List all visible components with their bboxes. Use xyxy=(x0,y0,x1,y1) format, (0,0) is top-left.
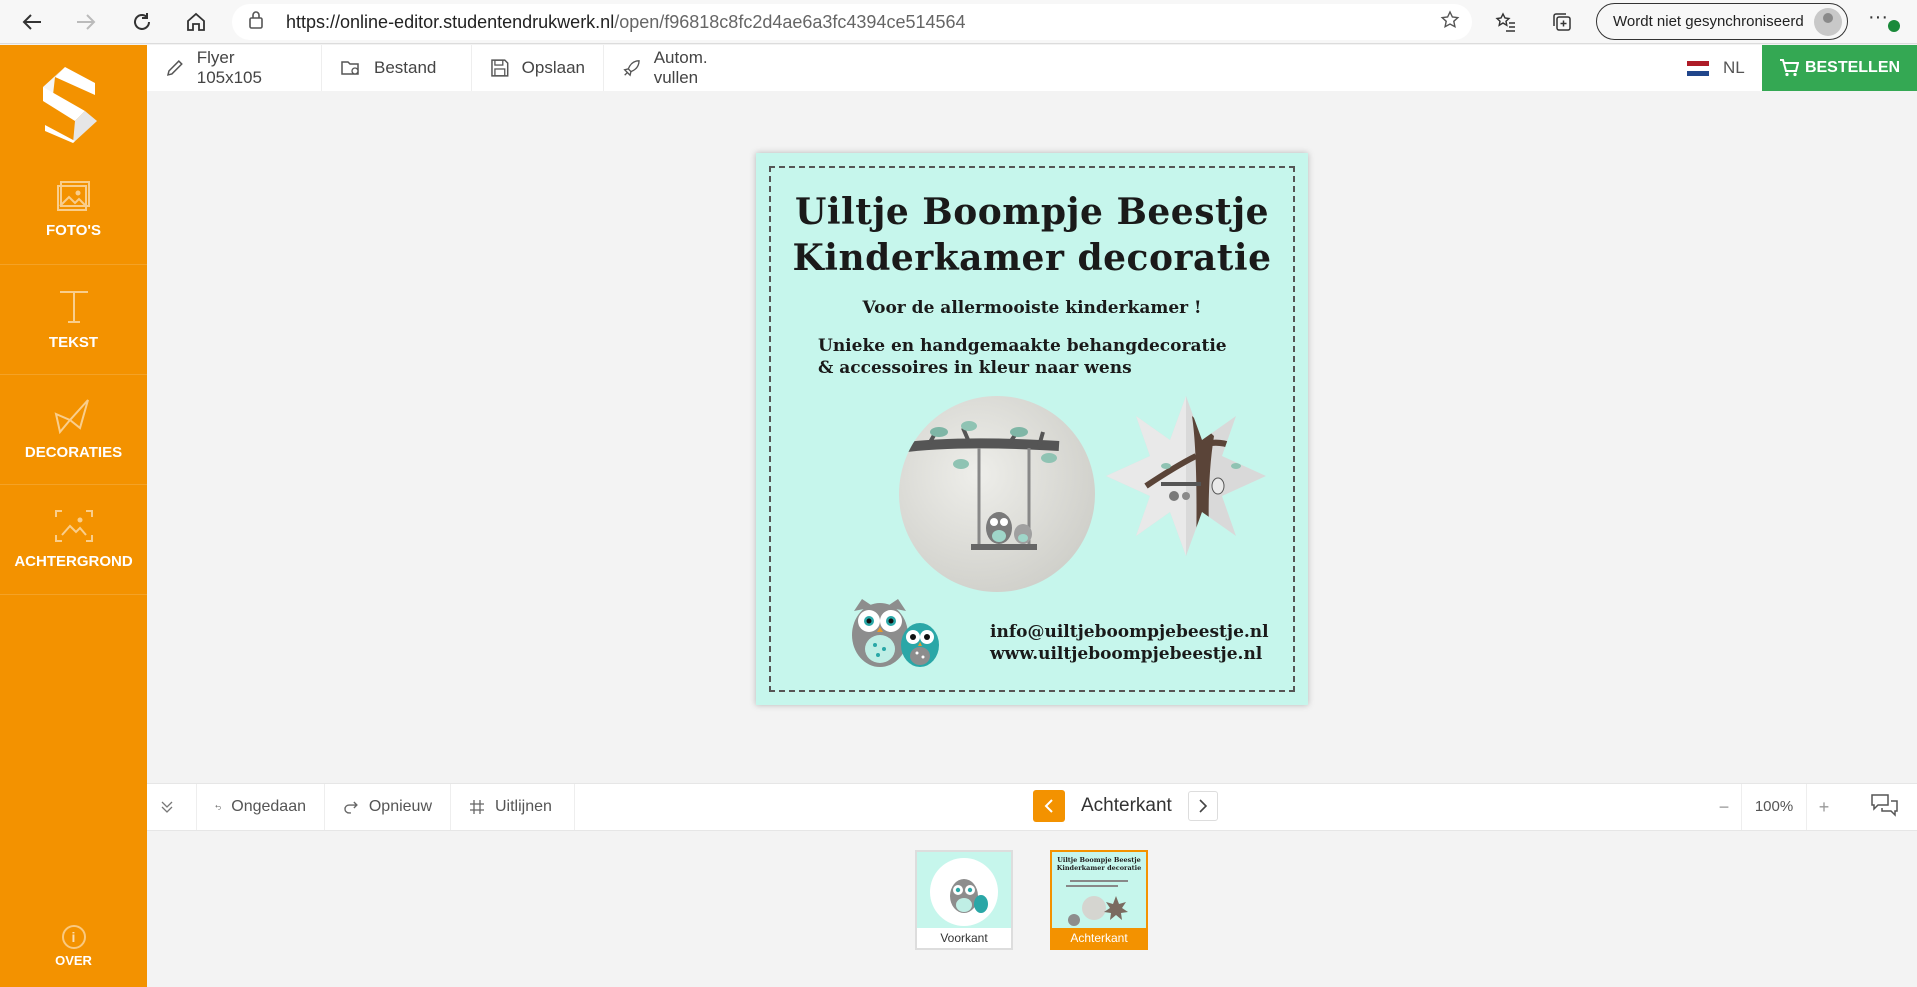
sidebar-item-label: TEKST xyxy=(48,334,99,351)
sidebar-item-label: DECORATIES xyxy=(24,444,123,461)
desc-line: Unieke en handgemaakte behangdecoratie xyxy=(818,336,1227,356)
card-description[interactable]: Unieke en handgemaakte behangdecoratie &… xyxy=(818,335,1227,379)
card-title-line1[interactable]: Uiltje Boompje Beestje xyxy=(756,191,1308,233)
page-navigator: Achterkant xyxy=(1033,790,1218,822)
editor-toolbar: Flyer 105x105 Bestand Opslaan Autom. vul… xyxy=(147,45,1917,91)
card-title-line2[interactable]: Kinderkamer decoratie xyxy=(756,237,1308,279)
sidebar-item-label: FOTO'S xyxy=(46,222,101,239)
chat-icon[interactable] xyxy=(1869,792,1899,825)
back-preview: Uiltje Boompje Beestje Kinderkamer decor… xyxy=(1052,852,1146,928)
design-canvas[interactable]: Uiltje Boompje Beestje Kinderkamer decor… xyxy=(756,153,1308,705)
autofill-button[interactable]: Autom. vullen xyxy=(604,45,764,91)
update-badge xyxy=(1888,20,1900,32)
forward-icon[interactable] xyxy=(66,2,106,42)
url-path: /open/f96818c8fc2d4ae6a3fc4394ce514564 xyxy=(614,11,966,32)
file-label: Bestand xyxy=(374,58,437,77)
align-label: Uitlijnen xyxy=(495,798,552,815)
avatar xyxy=(1814,8,1842,36)
redo-icon xyxy=(344,801,358,814)
background-icon xyxy=(54,510,93,542)
lock-icon xyxy=(248,10,270,35)
format-label: Flyer 105x105 xyxy=(196,48,262,87)
swing-owl-photo[interactable] xyxy=(899,396,1095,592)
folder-settings-icon xyxy=(341,61,359,75)
card-subtitle[interactable]: Voor de allermooiste kinderkamer ! xyxy=(756,298,1308,318)
undo-button[interactable]: Ongedaan xyxy=(197,784,325,830)
refresh-icon[interactable] xyxy=(122,2,162,42)
sidebar-item-background[interactable]: ACHTERGROND xyxy=(0,485,147,595)
save-button[interactable]: Opslaan xyxy=(472,45,604,91)
redo-label: Opnieuw xyxy=(368,798,432,815)
address-bar[interactable]: https://online-editor.studentendrukwerk.… xyxy=(232,4,1472,40)
redo-button[interactable]: Opnieuw xyxy=(325,784,451,830)
undo-icon xyxy=(215,804,221,810)
thumbnail-back[interactable]: Uiltje Boompje Beestje Kinderkamer decor… xyxy=(1050,850,1148,950)
sidebar-item-photos[interactable]: FOTO'S xyxy=(0,155,147,265)
chevron-left-icon xyxy=(1044,799,1053,813)
language-label: NL xyxy=(1723,58,1745,77)
current-page-label: Achterkant xyxy=(1081,795,1172,816)
zoom-control: − 100% + xyxy=(1707,784,1841,830)
order-label: BESTELLEN xyxy=(1804,59,1901,76)
zoom-out-button[interactable]: − xyxy=(1707,797,1741,818)
about-button[interactable]: i OVER xyxy=(0,925,147,968)
favorites-icon[interactable] xyxy=(1490,6,1522,38)
info-icon: i xyxy=(61,925,86,949)
sidebar: FOTO'S TEKST DECORATIES ACHTERGROND i OV… xyxy=(0,45,147,987)
sync-profile-button[interactable]: Wordt niet gesynchroniseerd xyxy=(1596,3,1848,40)
rocket-icon xyxy=(623,60,640,77)
contact-website: www.uiltjeboompjebeestje.nl xyxy=(990,644,1263,664)
zoom-in-button[interactable]: + xyxy=(1807,797,1841,818)
front-preview xyxy=(917,852,1011,928)
favorite-star-icon[interactable] xyxy=(1440,9,1460,35)
starburst-tree-photo[interactable] xyxy=(1106,396,1266,556)
file-button[interactable]: Bestand xyxy=(322,45,472,91)
collapse-chevron-icon[interactable] xyxy=(147,784,197,830)
text-icon xyxy=(59,291,88,323)
next-page-button[interactable] xyxy=(1187,791,1218,821)
desc-line: & accessoires in kleur naar wens xyxy=(818,358,1132,378)
thumbnail-label: Voorkant xyxy=(940,931,988,945)
owls-illustration[interactable] xyxy=(848,593,944,669)
cart-icon xyxy=(1779,59,1799,77)
align-button[interactable]: Uitlijnen xyxy=(451,784,575,830)
format-button[interactable]: Flyer 105x105 xyxy=(147,45,322,91)
previous-page-button[interactable] xyxy=(1033,790,1065,822)
origami-bird-icon xyxy=(54,399,89,434)
thumbnail-front[interactable]: Voorkant xyxy=(915,850,1013,950)
collections-icon[interactable] xyxy=(1546,6,1578,38)
save-label: Opslaan xyxy=(521,58,585,77)
browser-toolbar: https://online-editor.studentendrukwerk.… xyxy=(0,0,1917,44)
sidebar-item-label: ACHTERGROND xyxy=(14,553,133,570)
bottom-toolbar: Ongedaan Opnieuw Uitlijnen Achterkant − … xyxy=(147,783,1917,831)
home-icon[interactable] xyxy=(176,2,216,42)
pencil-icon xyxy=(166,60,183,76)
sync-label: Wordt niet gesynchroniseerd xyxy=(1613,13,1804,30)
language-selector[interactable]: NL xyxy=(1687,45,1745,91)
logo xyxy=(43,67,97,143)
grid-icon xyxy=(470,800,484,814)
sidebar-item-text[interactable]: TEKST xyxy=(0,265,147,375)
more-menu-icon[interactable]: ··· xyxy=(1868,6,1900,32)
url-host: https://online-editor.studentendrukwerk.… xyxy=(286,11,615,32)
sidebar-item-decorations[interactable]: DECORATIES xyxy=(0,375,147,485)
contact-email: info@uiltjeboompjebeestje.nl xyxy=(990,622,1269,642)
about-label: OVER xyxy=(55,953,92,968)
save-icon xyxy=(491,59,509,77)
order-button[interactable]: BESTELLEN xyxy=(1762,45,1917,91)
autofill-label: Autom. vullen xyxy=(653,48,708,87)
dutch-flag-icon xyxy=(1687,60,1709,76)
image-icon xyxy=(56,181,90,211)
zoom-value: 100% xyxy=(1741,784,1807,830)
undo-label: Ongedaan xyxy=(231,798,306,815)
back-icon[interactable] xyxy=(12,2,52,42)
card-contact[interactable]: info@uiltjeboompjebeestje.nl www.uiltjeb… xyxy=(990,621,1269,665)
thumbnail-label: Achterkant xyxy=(1052,928,1146,948)
chevron-right-icon xyxy=(1199,799,1207,813)
